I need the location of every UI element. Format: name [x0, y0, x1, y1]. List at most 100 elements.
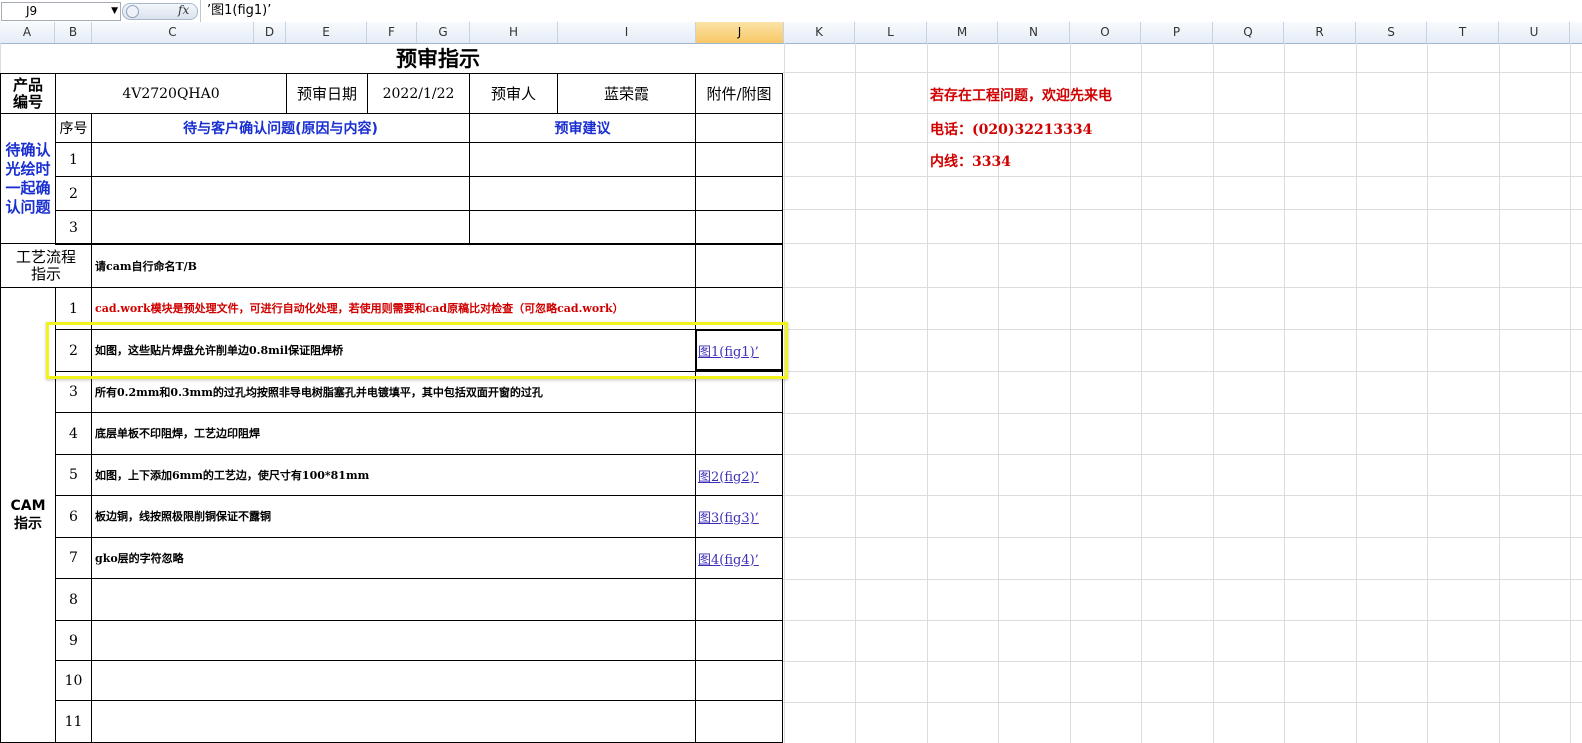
grid-line [1356, 43, 1357, 743]
grid-line [783, 702, 1582, 703]
process-label[interactable]: 工艺流程 指示 [0, 243, 92, 288]
column-header-c[interactable]: C [92, 22, 254, 43]
column-header-a[interactable]: A [0, 22, 55, 43]
note-line-1[interactable]: 若存在工程问题，欢迎先来电 [930, 85, 1112, 105]
column-header-r[interactable]: R [1284, 22, 1356, 43]
cam-row-no[interactable]: 10 [55, 660, 92, 701]
cam-row-text[interactable]: 如图，上下添加6mm的工艺边，使尺寸有100*81mm [91, 454, 696, 496]
process-attach-cell[interactable] [695, 243, 783, 288]
active-cell-outline [695, 329, 783, 371]
cam-row-attach[interactable]: 图2(fig2)’ [695, 454, 783, 496]
attachment-link[interactable]: 图3(fig3)’ [698, 507, 759, 526]
column-header-n[interactable]: N [998, 22, 1070, 43]
cam-row-no[interactable]: 9 [55, 620, 92, 661]
column-header-g[interactable]: G [417, 22, 470, 43]
cam-row-attach[interactable] [695, 412, 783, 455]
cam-row-no[interactable]: 8 [55, 578, 92, 621]
grid-line [998, 43, 999, 743]
product-label[interactable]: 产品 编号 [0, 73, 56, 114]
cam-row-no[interactable]: 11 [55, 700, 92, 743]
column-header-m[interactable]: M [927, 22, 998, 43]
confirm-row-suggest[interactable] [469, 142, 696, 177]
column-header-q[interactable]: Q [1213, 22, 1284, 43]
chevron-down-icon[interactable]: ▼ [111, 3, 118, 20]
issue-header[interactable]: 待与客户确认问题(原因与内容) [91, 113, 470, 143]
grid-line [783, 142, 1582, 143]
cam-row-text[interactable] [91, 660, 696, 701]
confirm-row-suggest[interactable] [469, 210, 696, 245]
seq-label[interactable]: 序号 [55, 113, 92, 143]
cam-row-attach[interactable] [695, 660, 783, 701]
sheet-title[interactable]: 预审指示 [92, 44, 784, 73]
attachment-link[interactable]: 图2(fig2)’ [698, 466, 759, 485]
column-header-p[interactable]: P [1141, 22, 1213, 43]
grid-line [1070, 43, 1071, 743]
grid-line [783, 209, 1582, 210]
confirm-row-issue[interactable] [91, 142, 470, 177]
suggest-header[interactable]: 预审建议 [469, 113, 696, 143]
cam-row-no[interactable]: 6 [55, 495, 92, 538]
column-header-f[interactable]: F [367, 22, 417, 43]
grid-line [1427, 43, 1428, 743]
process-text[interactable]: 请cam自行命名T/B [91, 243, 696, 288]
note-line-3[interactable]: 内线：3334 [930, 151, 1011, 171]
product-value[interactable]: 4V2720QHA0 [55, 73, 287, 114]
zoom-icon[interactable] [126, 5, 139, 18]
insert-function-icon[interactable]: fx [178, 3, 189, 17]
grid-line [783, 579, 1582, 580]
formula-input[interactable]: ’图1(fig1)’ [200, 0, 1582, 22]
column-header-e[interactable]: E [286, 22, 367, 43]
column-header-d[interactable]: D [254, 22, 286, 43]
attach-label[interactable]: 附件/附图 [695, 73, 783, 114]
column-header-l[interactable]: L [855, 22, 927, 43]
cam-row-text[interactable]: 底层单板不印阻焊，工艺边印阻焊 [91, 412, 696, 455]
confirm-row-attach[interactable] [695, 210, 783, 245]
confirm-row-issue[interactable] [91, 176, 470, 211]
column-header-h[interactable]: H [470, 22, 558, 43]
grid-line [783, 176, 1582, 177]
column-header-i[interactable]: I [558, 22, 696, 43]
cam-row-text[interactable] [91, 700, 696, 743]
column-header-j[interactable]: J [696, 22, 784, 43]
confirm-side-label[interactable]: 待确认 光绘时 一起确 认问题 [0, 113, 56, 244]
column-header-k[interactable]: K [784, 22, 855, 43]
cam-row-text[interactable]: gko层的字符忽略 [91, 537, 696, 579]
grid-line [855, 43, 856, 743]
cam-row-attach[interactable] [695, 578, 783, 621]
cam-row-text[interactable] [91, 620, 696, 661]
cam-row-no[interactable]: 7 [55, 537, 92, 579]
date-label[interactable]: 预审日期 [286, 73, 368, 114]
column-header-o[interactable]: O [1070, 22, 1141, 43]
column-header-u[interactable]: U [1499, 22, 1570, 43]
confirm-row-no[interactable]: 1 [55, 142, 92, 177]
confirm-row-no[interactable]: 2 [55, 176, 92, 211]
confirm-row-issue[interactable] [91, 210, 470, 245]
reviewer-value[interactable]: 蓝荣霞 [557, 73, 696, 114]
attach-cell[interactable] [695, 113, 783, 143]
cam-row-text[interactable]: 板边铜，线按照极限削铜保证不露铜 [91, 495, 696, 538]
grid-line [1284, 43, 1285, 743]
grid-line [783, 620, 1582, 621]
cam-row-no[interactable]: 5 [55, 454, 92, 496]
column-header-s[interactable]: S [1356, 22, 1427, 43]
confirm-row-suggest[interactable] [469, 176, 696, 211]
cam-row-attach[interactable] [695, 620, 783, 661]
grid-line [784, 43, 785, 743]
note-line-2[interactable]: 电话：(020)32213334 [930, 119, 1092, 139]
name-box[interactable]: J9 ▼ [1, 2, 121, 21]
date-value[interactable]: 2022/1/22 [367, 73, 470, 114]
cam-row-attach[interactable] [695, 700, 783, 743]
grid-line [783, 413, 1582, 414]
cam-row-attach[interactable]: 图3(fig3)’ [695, 495, 783, 538]
attachment-link[interactable]: 图4(fig4)’ [698, 549, 759, 568]
confirm-row-attach[interactable] [695, 176, 783, 211]
cam-row-text[interactable] [91, 578, 696, 621]
column-header-t[interactable]: T [1427, 22, 1499, 43]
cam-row-no[interactable]: 4 [55, 412, 92, 455]
column-header-b[interactable]: B [55, 22, 92, 43]
grid-line [783, 243, 1582, 244]
cam-row-attach[interactable]: 图4(fig4)’ [695, 537, 783, 579]
confirm-row-no[interactable]: 3 [55, 210, 92, 245]
reviewer-label[interactable]: 预审人 [469, 73, 558, 114]
confirm-row-attach[interactable] [695, 142, 783, 177]
